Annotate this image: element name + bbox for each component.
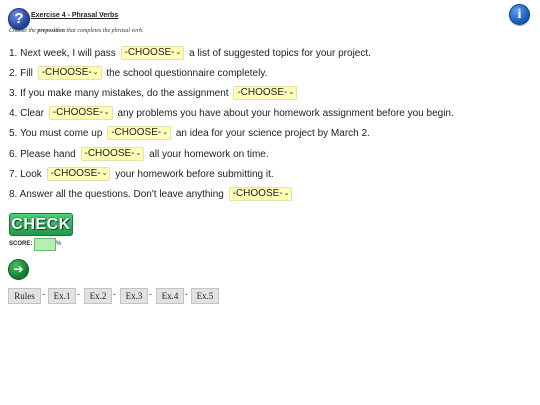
question-6: 6. Please hand -CHOOSE-⌄ all your homewo… (9, 147, 269, 162)
info-icon[interactable]: i (509, 4, 530, 25)
score-field (34, 238, 56, 251)
nav-separator: - (185, 289, 188, 299)
instruction-text-pre: Choose the (9, 28, 38, 34)
instructions: Choose the preposition that completes th… (9, 28, 144, 34)
question-8-text-before: 8. Answer all the questions. Don't leave… (9, 189, 224, 200)
question-2-text-before: 2. Fill (9, 68, 33, 79)
question-5-text-before: 5. You must come up (9, 128, 103, 139)
dropdown-value: -CHOOSE- (41, 67, 92, 78)
nav-separator: - (77, 289, 80, 299)
question-3-text-before: 3. If you make many mistakes, do the ass… (9, 88, 229, 99)
next-arrow-icon[interactable]: ➔ (8, 259, 29, 280)
question-2-text-after: the school questionnaire completely. (106, 68, 268, 79)
chevron-down-icon: ⌄ (162, 129, 169, 136)
dropdown-value: -CHOOSE- (111, 127, 162, 138)
question-4: 4. Clear -CHOOSE-⌄ any problems you have… (9, 106, 454, 121)
question-6-dropdown[interactable]: -CHOOSE-⌄ (80, 147, 145, 161)
chevron-down-icon: ⌄ (101, 170, 108, 177)
question-7-text-before: 7. Look (9, 169, 42, 180)
question-1-dropdown[interactable]: -CHOOSE-⌄ (120, 46, 185, 60)
instruction-text-post: that completes the phrasal verb. (65, 28, 144, 34)
nav-ex1-button[interactable]: Ex.1 (48, 288, 76, 304)
question-7-text-after: your homework before submitting it. (115, 169, 274, 180)
nav-ex4-button[interactable]: Ex.4 (156, 288, 184, 304)
dropdown-value: -CHOOSE- (84, 148, 135, 159)
check-button[interactable]: CHECK (9, 213, 73, 236)
chevron-down-icon: ⌄ (283, 190, 290, 197)
nav-rules-button[interactable]: Rules (8, 288, 41, 304)
question-3: 3. If you make many mistakes, do the ass… (9, 86, 299, 101)
dropdown-value: -CHOOSE- (52, 107, 103, 118)
exercise-title: Exercise 4 - Phrasal Verbs (31, 12, 119, 19)
question-1-text-before: 1. Next week, I will pass (9, 48, 116, 59)
dropdown-value: -CHOOSE- (232, 188, 283, 199)
question-3-dropdown[interactable]: -CHOOSE-⌄ (233, 86, 298, 100)
question-8-dropdown[interactable]: -CHOOSE-⌄ (228, 187, 293, 201)
nav-separator: - (42, 289, 45, 299)
question-6-text-after: all your homework on time. (149, 149, 269, 160)
help-icon[interactable]: ? (8, 8, 30, 30)
nav-ex2-button[interactable]: Ex.2 (84, 288, 112, 304)
question-1: 1. Next week, I will pass -CHOOSE-⌄ a li… (9, 46, 371, 61)
question-4-text-before: 4. Clear (9, 108, 45, 119)
question-1-text-after: a list of suggested topics for your proj… (189, 48, 371, 59)
question-4-dropdown[interactable]: -CHOOSE-⌄ (48, 106, 113, 120)
question-5-dropdown[interactable]: -CHOOSE-⌄ (107, 126, 172, 140)
question-7-dropdown[interactable]: -CHOOSE-⌄ (46, 167, 111, 181)
nav-ex3-button[interactable]: Ex.3 (120, 288, 148, 304)
dropdown-value: -CHOOSE- (124, 47, 175, 58)
nav-ex5-button[interactable]: Ex.5 (191, 288, 219, 304)
nav-separator: - (149, 289, 152, 299)
chevron-down-icon: ⌄ (92, 69, 99, 76)
nav-separator: - (113, 289, 116, 299)
question-2: 2. Fill -CHOOSE-⌄ the school questionnai… (9, 66, 268, 81)
question-6-text-before: 6. Please hand (9, 149, 76, 160)
question-8: 8. Answer all the questions. Don't leave… (9, 187, 294, 202)
score-label: SCORE: (9, 241, 33, 247)
chevron-down-icon: ⌄ (103, 109, 110, 116)
chevron-down-icon: ⌄ (175, 49, 182, 56)
dropdown-value: -CHOOSE- (237, 87, 288, 98)
question-2-dropdown[interactable]: -CHOOSE-⌄ (37, 66, 102, 80)
question-4-text-after: any problems you have about your homewor… (117, 108, 454, 119)
question-7: 7. Look -CHOOSE-⌄ your homework before s… (9, 167, 274, 182)
instruction-keyword: preposition (37, 28, 66, 34)
chevron-down-icon: ⌄ (288, 89, 295, 96)
dropdown-value: -CHOOSE- (50, 168, 101, 179)
question-5: 5. You must come up -CHOOSE-⌄ an idea fo… (9, 126, 370, 141)
question-5-text-after: an idea for your science project by Marc… (175, 128, 370, 139)
percent-sign: % (56, 241, 62, 247)
chevron-down-icon: ⌄ (135, 150, 142, 157)
